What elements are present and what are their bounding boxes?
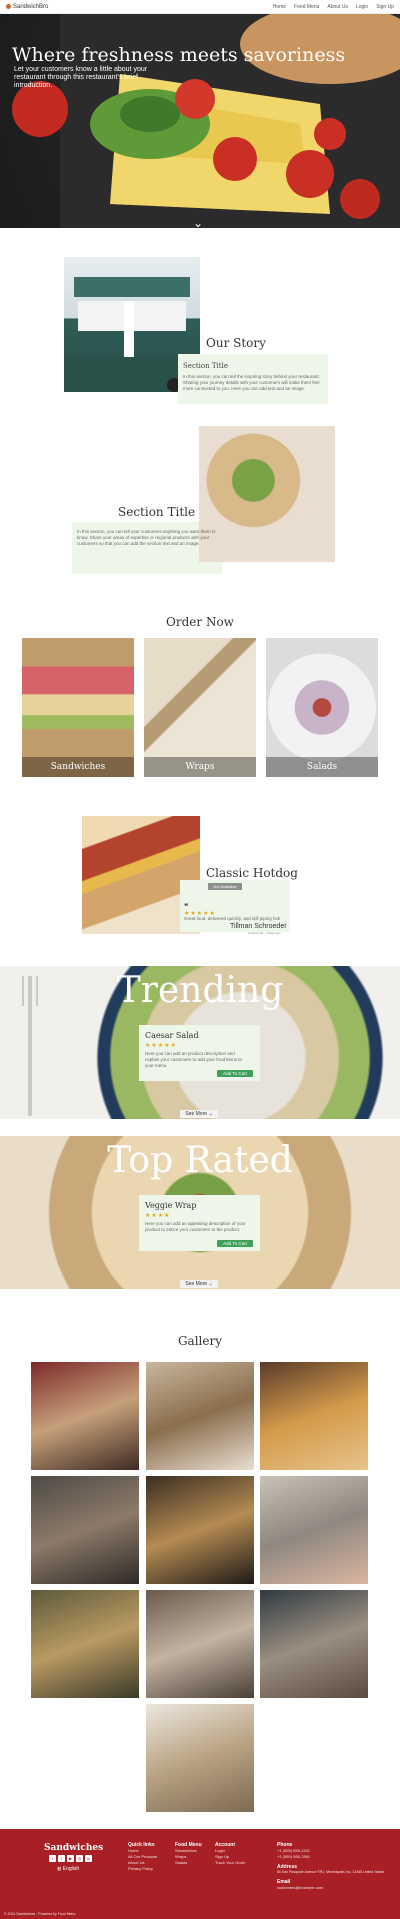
facebook-icon[interactable]: f <box>49 1855 56 1862</box>
our-story-heading: Our Story <box>206 336 266 350</box>
see-more-label: See More <box>185 1281 208 1287</box>
gallery-image[interactable] <box>146 1476 254 1584</box>
gallery-image[interactable] <box>146 1704 254 1812</box>
featured-quote: Great food, delivered quickly, and still… <box>184 916 281 921</box>
brand-logo[interactable]: SandwichBro <box>6 4 48 10</box>
top-navbar: SandwichBro Home Food Menu About Us Logi… <box>0 0 400 14</box>
featured-item-title: Classic Hotdog <box>206 866 298 880</box>
footer-contact: Phone +1 (555) 555-1321 +1 (555) 985-789… <box>277 1842 387 1891</box>
section-title-heading: Section Title <box>118 505 196 519</box>
category-label-wraps: Wraps <box>144 757 256 777</box>
reviewer-name: Tillman Schroeder <box>230 923 287 930</box>
nav-food-menu-link[interactable]: Food Menu <box>294 4 319 10</box>
order-now-heading: Order Now <box>166 615 234 629</box>
footer-link-privacy[interactable]: Privacy Policy <box>128 1866 157 1872</box>
globe-icon: ◍ <box>57 1866 62 1872</box>
instagram-icon[interactable]: ◎ <box>76 1855 83 1862</box>
wrap-in-hand-image <box>199 426 335 562</box>
footer-food-menu: Food Menu Sandwiches Wraps Salads <box>175 1842 202 1866</box>
category-card-wraps[interactable]: Wraps <box>144 638 256 777</box>
gallery-image[interactable] <box>260 1476 368 1584</box>
chevron-down-icon: ⌄ <box>208 1111 213 1117</box>
nav-about-link[interactable]: About Us <box>327 4 348 10</box>
trending-item-name: Caesar Salad <box>145 1031 199 1040</box>
availability-badge: Not Available <box>208 883 242 890</box>
chevron-down-icon: ⌄ <box>208 1281 213 1287</box>
gallery-image[interactable] <box>146 1362 254 1470</box>
logo-icon <box>6 4 11 9</box>
youtube-icon[interactable]: ▶ <box>67 1855 74 1862</box>
nav-signup-link[interactable]: Sign Up <box>376 4 394 10</box>
footer-brand: Sandwiches <box>44 1843 104 1853</box>
top-rated-item-card[interactable]: Veggie Wrap ★★★★ Here you can add an app… <box>139 1195 260 1251</box>
top-rated-item-desc: Here you can add an appealing descriptio… <box>145 1221 246 1232</box>
gallery-image[interactable] <box>31 1476 139 1584</box>
linkedin-icon[interactable]: in <box>85 1855 92 1862</box>
gallery-image[interactable] <box>31 1590 139 1698</box>
nav-home-link[interactable]: Home <box>273 4 286 10</box>
hero-subtitle: Let your customers know a little about y… <box>14 66 148 89</box>
trending-heading: Trending <box>116 970 284 1011</box>
category-label-sandwiches: Sandwiches <box>22 757 134 777</box>
trending-item-rating: ★★★★★ <box>145 1043 177 1049</box>
footer-link-track-order[interactable]: Track Your Order <box>215 1860 245 1866</box>
address-value: 56 San Pasquale Avenue RR1, Minneapolis … <box>277 1870 385 1874</box>
top-rated-see-more-button[interactable]: See More ⌄ <box>180 1280 218 1288</box>
top-rated-item-name: Veggie Wrap <box>145 1201 197 1210</box>
hero-title: Where freshness meets savoriness <box>12 44 346 66</box>
scroll-down-chevron-icon[interactable]: ⌄ <box>193 216 203 228</box>
footer-account: Account Login Sign Up Track Your Order <box>215 1842 245 1866</box>
hero-section: Where freshness meets savoriness Let you… <box>0 14 400 228</box>
top-rated-add-to-cart-button[interactable]: Add To Cart <box>217 1240 253 1247</box>
story-body: In this section, you can tell the inspir… <box>183 374 320 391</box>
copyright: © 2024 Sandwiches · Powered by Food Menu <box>4 1912 76 1916</box>
footer-quick-links: Quick links Home All Our Products About … <box>128 1842 157 1872</box>
top-rated-heading: Top Rated <box>107 1140 293 1181</box>
brand-name: SandwichBro <box>13 3 49 10</box>
trending-item-card[interactable]: Caesar Salad ★★★★★ Here you can add an p… <box>139 1025 260 1081</box>
trending-see-more-button[interactable]: See More ⌄ <box>180 1110 218 1118</box>
trending-add-to-cart-button[interactable]: Add To Cart <box>217 1070 253 1077</box>
trending-item-desc: Here you can add an product description … <box>145 1051 243 1068</box>
language-selector[interactable]: ◍ English <box>57 1866 79 1872</box>
footer: Sandwiches f t ▶ ◎ in ◍ English Quick li… <box>0 1829 400 1919</box>
twitter-icon[interactable]: t <box>58 1855 65 1862</box>
reviewer-meta: Great Food · 2 days ago <box>248 931 281 935</box>
category-card-sandwiches[interactable]: Sandwiches <box>22 638 134 777</box>
language-label: English <box>62 1866 80 1872</box>
phone-number[interactable]: +1 (555) 985-7891 <box>277 1854 387 1860</box>
social-links: f t ▶ ◎ in <box>49 1855 92 1862</box>
gallery-image[interactable] <box>31 1362 139 1470</box>
category-card-salads[interactable]: Salads <box>266 638 378 777</box>
footer-link-salads[interactable]: Salads <box>175 1860 202 1866</box>
gallery-image[interactable] <box>260 1362 368 1470</box>
nav-login-link[interactable]: Login <box>356 4 368 10</box>
story-section-title: Section Title <box>183 362 228 370</box>
section-body: In this section, you can tell your custo… <box>77 529 216 546</box>
category-label-salads: Salads <box>266 757 378 777</box>
gallery-image[interactable] <box>146 1590 254 1698</box>
email-value[interactable]: customers@example.com <box>277 1885 387 1891</box>
see-more-label: See More <box>185 1111 208 1117</box>
top-rated-item-rating: ★★★★ <box>145 1213 171 1219</box>
gallery-image[interactable] <box>260 1590 368 1698</box>
gallery-heading: Gallery <box>177 1334 223 1348</box>
